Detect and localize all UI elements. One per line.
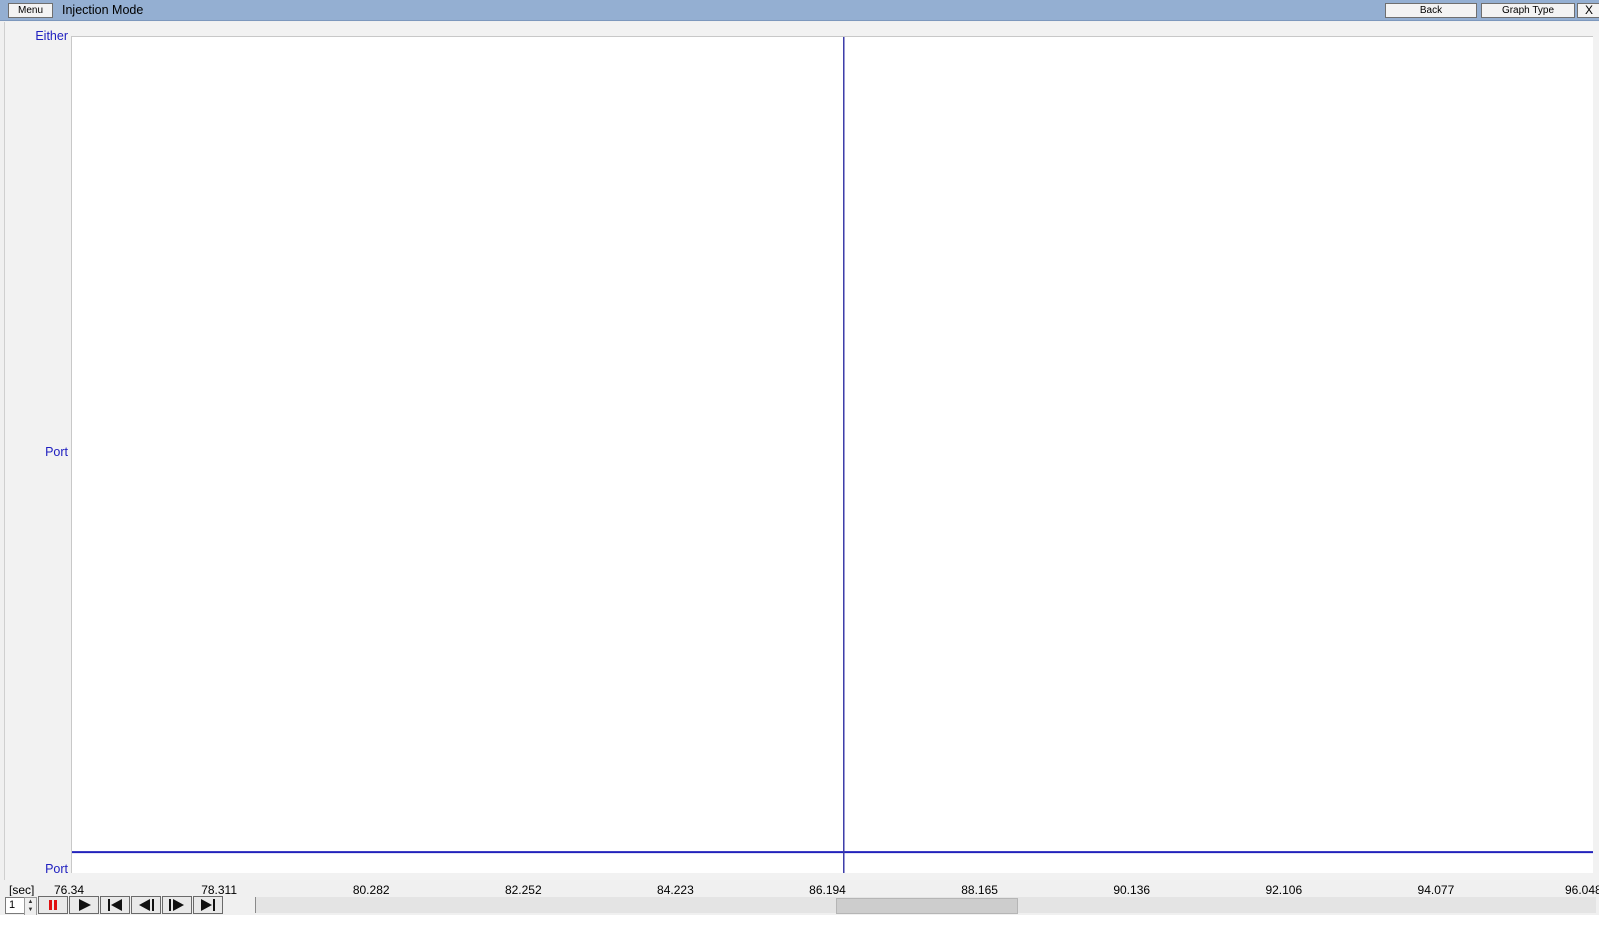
back-button[interactable]: Back: [1385, 3, 1477, 18]
skip-to-start-icon: [108, 899, 122, 911]
graph-type-button[interactable]: Graph Type: [1481, 3, 1575, 18]
x-tick-label: 88.165: [961, 883, 998, 897]
x-axis: [sec] 76.34 78.311 80.282 82.252 84.223 86.19…: [0, 883, 1599, 897]
x-tick-label: 86.194: [809, 883, 846, 897]
title-bar: Menu Injection Mode Back Graph Type X: [0, 0, 1599, 21]
x-tick-label: 94.077: [1417, 883, 1455, 897]
x-tick-label: 84.223: [657, 883, 694, 897]
skip-to-end-icon: [201, 899, 215, 911]
plot-svg: [72, 37, 1593, 873]
step-forward-button[interactable]: [162, 896, 192, 914]
y-tick-label-either: Either: [35, 29, 68, 43]
step-back-icon: [139, 899, 154, 911]
time-scrollbar[interactable]: [255, 897, 1596, 914]
step-forward-icon: [169, 899, 184, 911]
play-button[interactable]: [69, 896, 99, 914]
window-title: Injection Mode: [62, 3, 144, 17]
plot-area[interactable]: [71, 36, 1593, 873]
spin-arrows[interactable]: ▲ ▼: [24, 897, 37, 916]
x-tick-label: 80.282: [352, 883, 390, 897]
x-tick-label: 78.311: [201, 883, 237, 897]
pause-icon: [49, 900, 57, 910]
scrollbar-thumb[interactable]: [836, 898, 1018, 914]
spin-down-icon[interactable]: ▼: [25, 906, 36, 914]
play-icon: [79, 899, 91, 911]
step-back-button[interactable]: [131, 896, 161, 914]
menu-button[interactable]: Menu: [8, 3, 53, 18]
x-tick-label: 90.136: [1113, 883, 1151, 897]
pause-button[interactable]: [38, 896, 68, 914]
y-tick-label-port-mid: Port: [45, 445, 68, 459]
x-tick-label: 82.252: [504, 883, 542, 897]
spin-up-icon[interactable]: ▲: [25, 898, 36, 906]
skip-to-end-button[interactable]: [193, 896, 223, 914]
bottom-strip: [0, 915, 1599, 925]
y-tick-label-port-bottom: Port: [45, 862, 68, 876]
speed-spin-input[interactable]: 1: [5, 897, 25, 914]
x-axis-unit-label: [sec]: [9, 883, 35, 897]
x-tick-label: 92.106: [1265, 883, 1303, 897]
close-button[interactable]: X: [1577, 3, 1599, 18]
x-tick-label: 96.048: [1565, 883, 1599, 897]
playback-controls: 1 ▲ ▼: [0, 896, 1599, 916]
x-tick-label: 76.34: [53, 883, 85, 897]
skip-to-start-button[interactable]: [100, 896, 130, 914]
